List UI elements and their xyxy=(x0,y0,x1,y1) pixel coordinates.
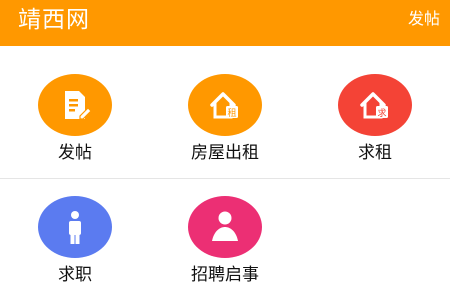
app-title: 靖西网 xyxy=(18,7,90,33)
menu-item-label: 发帖 xyxy=(58,143,92,163)
badge-text: 求 xyxy=(377,107,386,119)
recruit-person-icon xyxy=(188,196,262,258)
menu-item-label: 求租 xyxy=(358,143,392,163)
menu-item-recruit[interactable]: 招聘启事 xyxy=(150,168,300,288)
house-seek-icon: 求 xyxy=(338,74,412,136)
menu-item-label: 招聘启事 xyxy=(191,265,259,285)
edit-document-icon xyxy=(38,74,112,136)
job-seeker-icon xyxy=(38,196,112,258)
menu-item-house-rent[interactable]: 租 房屋出租 xyxy=(150,46,300,166)
menu-item-job-seek[interactable]: 求职 xyxy=(0,168,150,288)
menu-item-house-seek[interactable]: 求 求租 xyxy=(300,46,450,166)
house-rent-icon: 租 xyxy=(188,74,262,136)
badge-text: 租 xyxy=(227,108,236,119)
menu-grid: 发帖 租 房屋出租 求 求租 求职 招聘启事 xyxy=(0,46,450,300)
post-button[interactable]: 发帖 xyxy=(408,8,440,30)
app-header: 靖西网 发帖 xyxy=(0,0,450,46)
menu-item-label: 求职 xyxy=(58,265,92,285)
menu-item-label: 房屋出租 xyxy=(191,143,259,163)
menu-item-post[interactable]: 发帖 xyxy=(0,46,150,166)
